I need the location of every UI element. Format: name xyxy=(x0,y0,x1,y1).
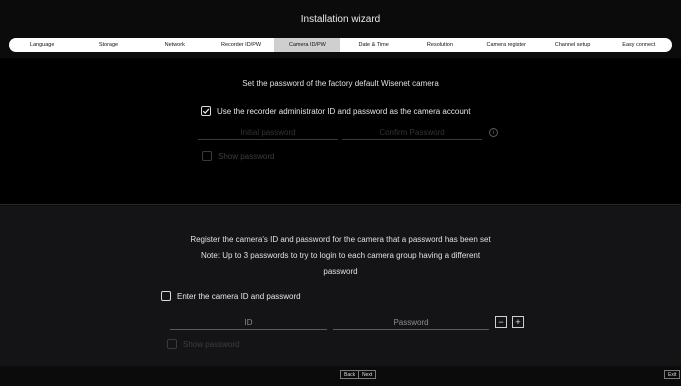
step-recorder-id-pw[interactable]: Recorder ID/PW xyxy=(208,38,274,52)
register-heading-line2: Note: Up to 3 passwords to try to login … xyxy=(200,251,481,260)
enter-camera-id-row[interactable]: Enter the camera ID and password xyxy=(161,291,301,301)
step-label: Date & Time xyxy=(358,42,389,48)
register-show-password-checkbox[interactable] xyxy=(167,339,177,349)
step-language[interactable]: Language xyxy=(9,38,75,52)
step-channel-setup[interactable]: Channel setup xyxy=(539,38,605,52)
enter-camera-id-label: Enter the camera ID and password xyxy=(177,291,301,301)
wizard-step-bar: Language Storage Network Recorder ID/PW … xyxy=(9,38,672,52)
factory-show-password-checkbox[interactable] xyxy=(202,151,212,161)
window-title: Installation wizard xyxy=(300,13,381,25)
remove-password-button[interactable]: − xyxy=(495,316,507,328)
step-label: Channel setup xyxy=(554,42,591,48)
back-button[interactable]: Back xyxy=(340,370,360,379)
step-label: Camera ID/PW xyxy=(288,42,326,48)
info-icon[interactable]: i xyxy=(489,128,498,137)
use-recorder-account-label: Use the recorder administrator ID and pa… xyxy=(217,106,471,116)
step-label: Recorder ID/PW xyxy=(221,42,262,48)
check-icon xyxy=(202,108,210,114)
next-button[interactable]: Next xyxy=(358,370,377,379)
factory-heading: Set the password of the factory default … xyxy=(242,79,439,88)
confirm-password-placeholder: Confirm Password xyxy=(379,127,445,137)
camera-id-field[interactable]: ID xyxy=(170,315,327,330)
minus-icon: − xyxy=(498,316,504,327)
register-section xyxy=(0,206,681,366)
step-camera-id-pw[interactable]: Camera ID/PW xyxy=(274,38,341,52)
step-label: Network xyxy=(164,42,185,48)
plus-icon: + xyxy=(515,316,521,327)
step-resolution[interactable]: Resolution xyxy=(407,38,473,52)
step-camera-register[interactable]: Camera register xyxy=(473,38,539,52)
step-date-time[interactable]: Date & Time xyxy=(340,38,406,52)
step-label: Storage xyxy=(98,42,119,48)
use-recorder-account-row[interactable]: Use the recorder administrator ID and pa… xyxy=(201,106,470,116)
register-heading-line1: Register the camera's ID and password fo… xyxy=(190,235,491,244)
step-easy-connect[interactable]: Easy connect xyxy=(606,38,672,52)
camera-password-placeholder: Password xyxy=(393,317,429,327)
step-label: Camera register xyxy=(486,42,526,48)
register-show-password-row[interactable]: Show password xyxy=(167,339,239,349)
factory-show-password-row[interactable]: Show password xyxy=(202,151,274,161)
register-show-password-label: Show password xyxy=(183,339,240,349)
factory-show-password-label: Show password xyxy=(218,151,275,161)
next-button-label: Next xyxy=(362,371,373,378)
exit-button-label: Exit xyxy=(668,371,677,378)
step-storage[interactable]: Storage xyxy=(75,38,141,52)
confirm-password-field[interactable]: Confirm Password xyxy=(342,125,482,140)
camera-id-placeholder: ID xyxy=(244,317,253,327)
step-label: Easy connect xyxy=(622,42,656,48)
exit-button[interactable]: Exit xyxy=(664,370,681,379)
initial-password-placeholder: Initial password xyxy=(240,127,296,137)
back-button-label: Back xyxy=(344,371,356,378)
enter-camera-id-checkbox[interactable] xyxy=(161,291,171,301)
add-password-button[interactable]: + xyxy=(512,316,524,328)
step-network[interactable]: Network xyxy=(142,38,208,52)
section-divider xyxy=(0,204,681,205)
window-title-bar: Installation wizard xyxy=(0,0,681,38)
use-recorder-account-checkbox[interactable] xyxy=(201,106,211,116)
step-label: Resolution xyxy=(426,42,453,48)
initial-password-field[interactable]: Initial password xyxy=(198,125,338,140)
step-label: Language xyxy=(29,42,55,48)
register-heading-line3: password xyxy=(323,267,358,276)
camera-password-field[interactable]: Password xyxy=(333,315,489,330)
